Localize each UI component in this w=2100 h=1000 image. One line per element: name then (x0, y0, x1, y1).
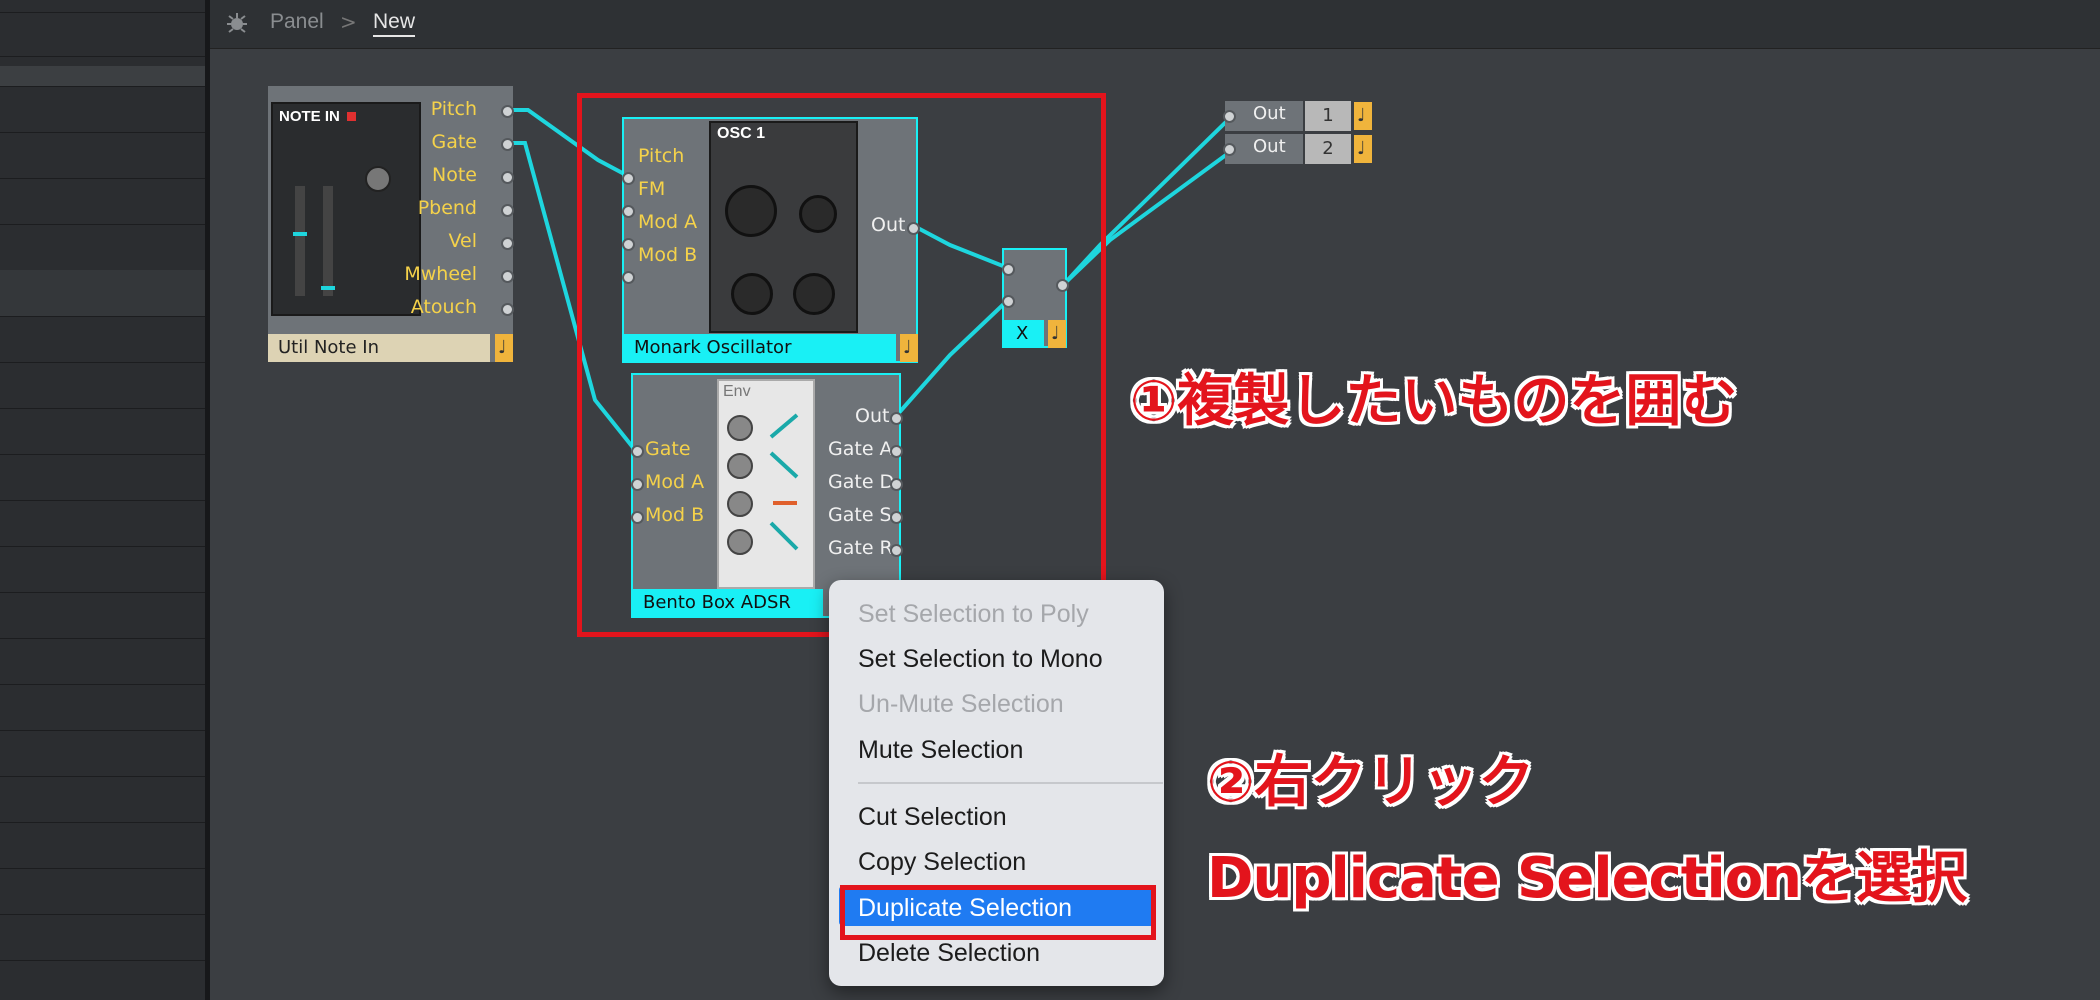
note-in-panel: NOTE IN (271, 102, 421, 316)
port-label-vel-out: Vel (448, 230, 478, 252)
port-gate-out[interactable] (501, 138, 514, 151)
note-in-handle-icon[interactable] (495, 334, 513, 362)
port-atouch-out[interactable] (501, 303, 514, 316)
util-note-in-module[interactable]: NOTE IN Util Note In Pitch Gate Note Pbe… (268, 86, 514, 362)
menu-item-cut[interactable]: Cut Selection (858, 803, 1007, 832)
port-vel-out[interactable] (501, 237, 514, 250)
audio-out-2-label: Out (1253, 136, 1286, 157)
util-note-in-label: Util Note In (268, 334, 490, 362)
audio-out-1-handle-icon[interactable] (1354, 102, 1372, 130)
audio-out-1-channel[interactable]: 1 (1305, 101, 1351, 131)
audio-out-2-channel[interactable]: 2 (1305, 134, 1351, 164)
audio-out-1[interactable]: Out 1 (1223, 101, 1372, 131)
menu-item-copy[interactable]: Copy Selection (858, 848, 1026, 877)
audio-out-1-label: Out (1253, 103, 1286, 124)
annotation-step1: ①複製したいものを囲む (1130, 369, 1738, 434)
audio-out-2[interactable]: Out 2 (1223, 134, 1372, 164)
port-label-pitch-out: Pitch (430, 98, 477, 120)
port-audio-out-2[interactable] (1223, 143, 1236, 156)
mw-slider (321, 186, 335, 296)
menu-item-duplicate[interactable]: Duplicate Selection (858, 894, 1072, 923)
port-audio-out-1[interactable] (1223, 110, 1236, 123)
pb-slider (293, 186, 307, 296)
selection-annotation-box (577, 93, 1106, 637)
menu-item-unmute[interactable]: Un-Mute Selection (858, 690, 1064, 719)
context-menu[interactable]: Set Selection to Poly Set Selection to M… (829, 580, 1164, 986)
port-mwheel-out[interactable] (501, 270, 514, 283)
port-label-gate-out: Gate (431, 131, 477, 153)
glide-knob (365, 166, 391, 192)
audio-out-2-handle-icon[interactable] (1354, 135, 1372, 163)
port-label-pbend-out: Pbend (417, 197, 477, 219)
port-label-atouch-out: Atouch (410, 296, 477, 318)
record-led-icon (347, 112, 356, 121)
annotation-step2-detail: Duplicate Selectionを選択 (1207, 846, 1967, 911)
port-pbend-out[interactable] (501, 204, 514, 217)
port-pitch-out[interactable] (501, 105, 514, 118)
port-label-note-out: Note (432, 164, 477, 186)
port-label-mwheel-out: Mwheel (404, 263, 477, 285)
menu-item-delete[interactable]: Delete Selection (858, 939, 1040, 968)
annotation-step2: ②右クリック (1207, 750, 1535, 815)
menu-item-set-mono[interactable]: Set Selection to Mono (858, 645, 1103, 674)
menu-separator (858, 782, 1163, 784)
note-in-title: NOTE IN (279, 108, 340, 125)
menu-item-set-poly[interactable]: Set Selection to Poly (858, 600, 1089, 629)
menu-item-mute[interactable]: Mute Selection (858, 736, 1023, 765)
port-note-out[interactable] (501, 171, 514, 184)
